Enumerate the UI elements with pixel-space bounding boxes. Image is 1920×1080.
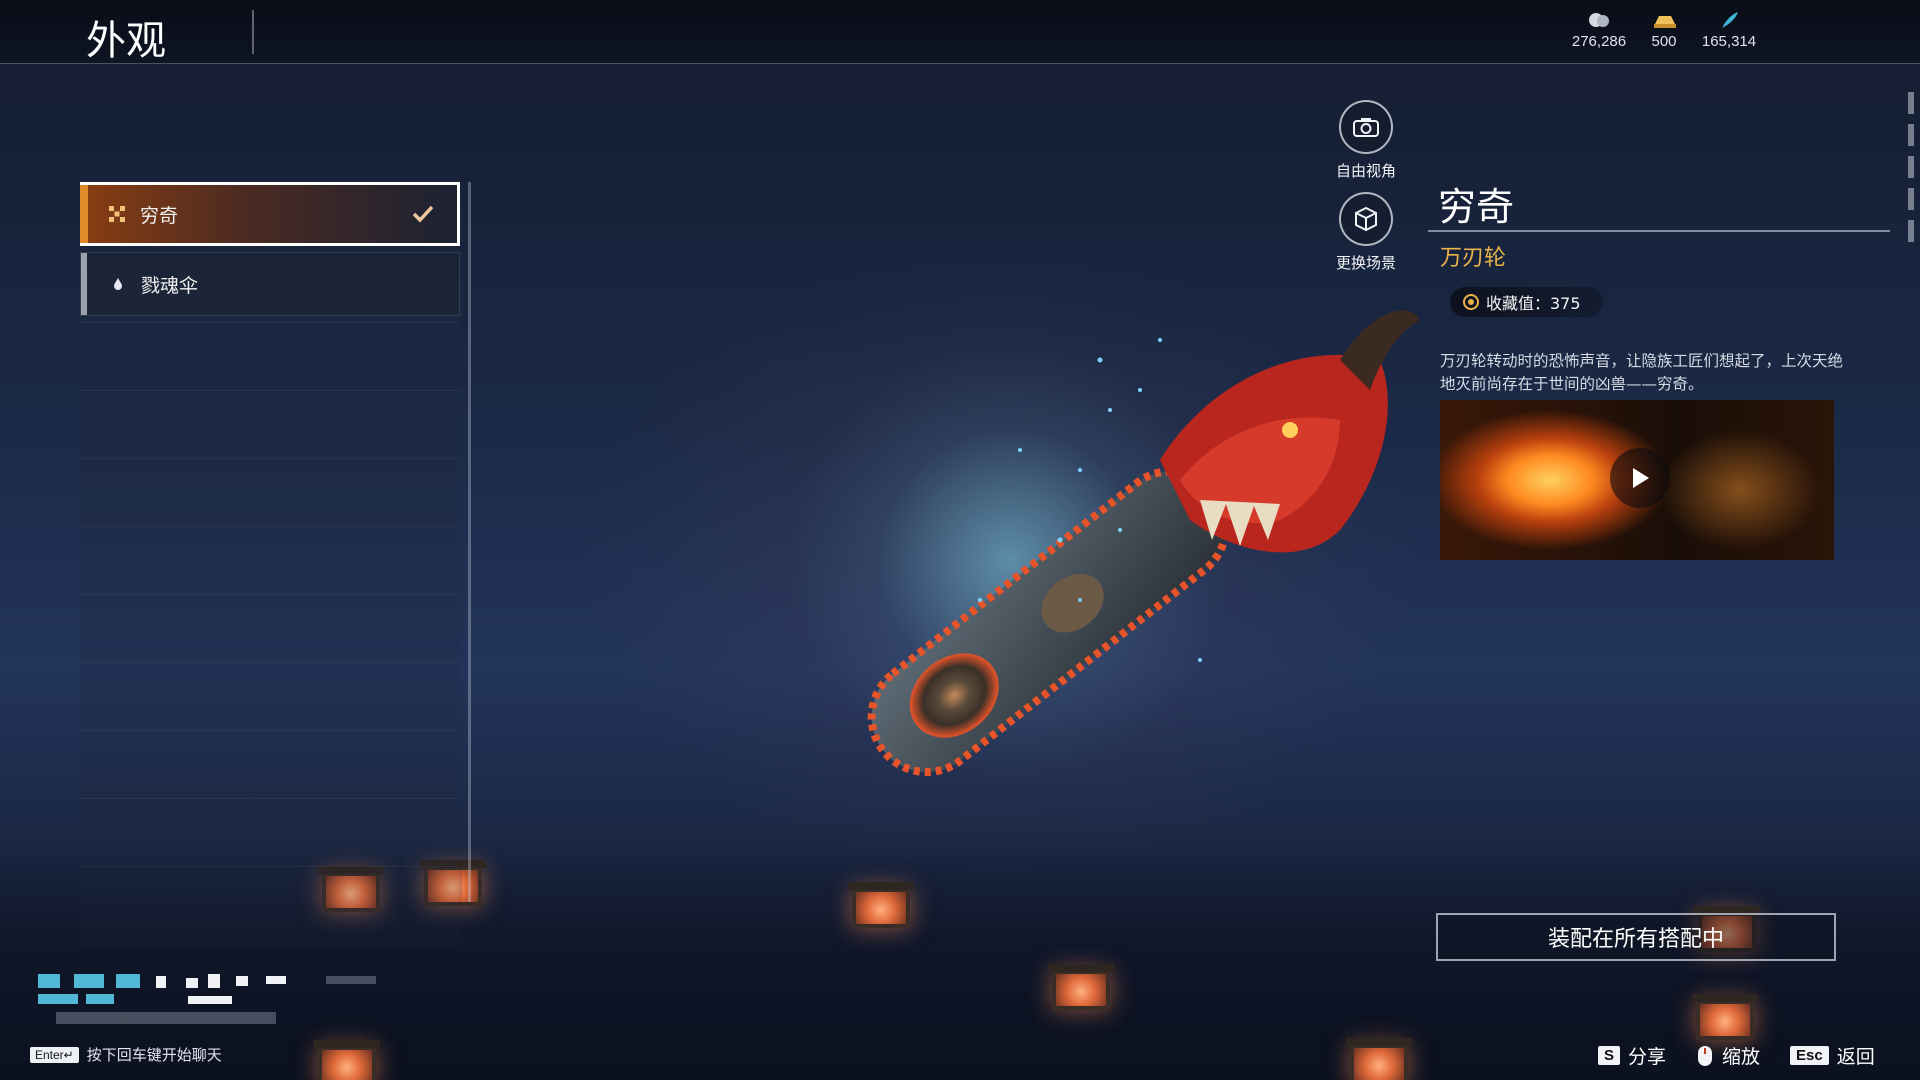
empty-slot [80,322,460,386]
back-action[interactable]: Esc 返回 [1790,1042,1875,1069]
empty-slot [80,458,460,522]
gold-ingot-icon [1654,16,1676,28]
floating-lantern [1346,1038,1412,1080]
empty-slot [80,390,460,454]
drop-icon [107,273,129,295]
enter-key-hint: Enter↵ [30,1046,79,1063]
currency-feather-value: 165,314 [1701,33,1757,50]
skin-item-label: 戮魂伞 [141,274,199,297]
floating-lantern [1692,994,1758,1040]
beast-head [1160,310,1420,553]
item-name: 穷奇 [1438,185,1515,229]
skin-item-label: 穷奇 [140,204,179,227]
back-label: 返回 [1836,1046,1875,1068]
zoom-action[interactable]: 缩放 [1696,1042,1760,1069]
change-scene-label: 更换场景 [1335,254,1396,272]
chat-hint[interactable]: Enter↵ 按下回车键开始聊天 [30,1044,222,1065]
collection-value: 收藏值：375 [1486,294,1581,313]
collection-value-badge: 收藏值：375 [1450,287,1603,317]
change-scene-button[interactable]: 更换场景 [1330,192,1402,273]
currency-feather: 165,314 [1684,10,1774,50]
share-action[interactable]: S 分享 [1598,1042,1666,1069]
skin-list-scrollbar[interactable] [468,182,471,902]
equip-all-button[interactable]: 装配在所有搭配中 [1436,913,1836,961]
item-accent [81,253,87,315]
empty-slot [80,798,460,862]
free-camera-label: 自由视角 [1335,162,1396,180]
scene-cube-icon [1339,192,1393,246]
share-label: 分享 [1628,1046,1667,1068]
bottom-actions: S 分享 缩放 Esc 返回 [1598,1042,1875,1069]
zoom-label: 缩放 [1722,1046,1761,1068]
item-description: 万刃轮转动时的恐怖声音，让隐族工匠们想起了，上次天绝地灭前尚存在于世间的凶兽——… [1440,352,1844,393]
right-scroll-indicator [1908,92,1914,262]
mouse-icon [1698,1045,1713,1066]
skin-item-lunhunsan[interactable]: 戮魂伞 [80,252,460,316]
currency-coins-value: 276,286 [1571,33,1627,50]
empty-slot [80,594,460,658]
empty-slot [80,662,460,726]
free-camera-button[interactable]: 自由视角 [1330,100,1402,181]
preview-video[interactable] [1440,400,1834,560]
play-icon[interactable] [1610,448,1670,508]
chat-hint-text: 按下回车键开始聊天 [86,1046,222,1064]
coin-pile-icon [1589,13,1609,27]
empty-slot [80,866,460,930]
skin-item-qiongqi[interactable]: 穷奇 [80,182,460,246]
selected-accent [80,185,88,243]
floating-lantern [848,882,914,928]
item-type: 万刃轮 [1440,246,1507,271]
empty-slot [80,730,460,794]
esc-key: Esc [1790,1046,1829,1065]
page-title: 外观 [86,18,166,64]
currency-gold-value: 500 [1651,33,1677,50]
camera-icon [1339,100,1393,154]
collection-coin-icon [1463,294,1479,310]
weapon-model[interactable] [780,300,1420,860]
chat-history-obscured [38,974,376,1024]
feather-icon [1722,12,1738,28]
top-bar: 外观 276,286 500 165,314 [0,0,1920,64]
floating-lantern [1048,964,1114,1010]
share-key: S [1598,1046,1621,1065]
empty-slot [80,526,460,590]
floating-lantern [314,1040,380,1080]
check-icon [412,205,434,223]
name-underline [1428,230,1890,232]
pattern-icon [106,203,128,225]
title-divider [252,10,254,54]
